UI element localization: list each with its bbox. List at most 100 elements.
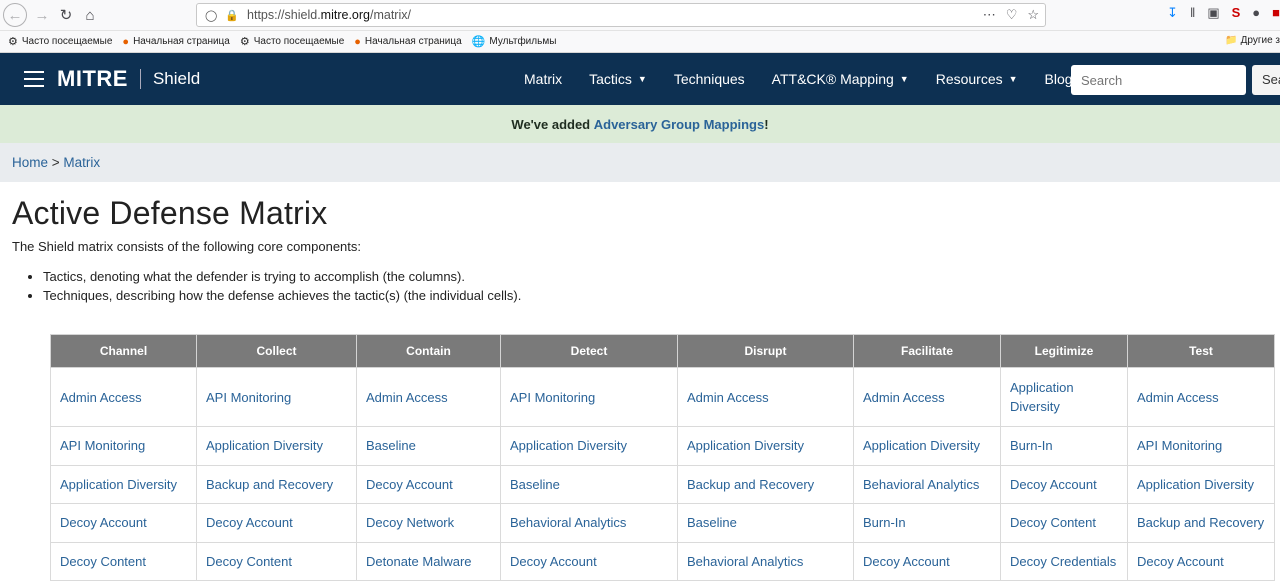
nav-attack-mapping[interactable]: ATT&CK® Mapping ▼	[772, 71, 909, 87]
globe-icon: 🌐	[471, 36, 486, 48]
technique-cell[interactable]: Detonate Malware	[356, 541, 501, 581]
search-button[interactable]: Search	[1252, 65, 1280, 95]
technique-cell[interactable]: API Monitoring	[1127, 426, 1275, 466]
account-icon[interactable]: ●	[1252, 5, 1260, 21]
table-row: Decoy Content Decoy Content Detonate Malwa…	[50, 541, 1275, 581]
column-header[interactable]: Disrupt	[677, 334, 854, 368]
firefox-icon: ●	[122, 35, 130, 48]
list-item: Tactics, denoting what the defender is t…	[43, 267, 1280, 286]
column-header[interactable]: Contain	[356, 334, 501, 368]
bookmark-item[interactable]: ⚙ Часто посещаемые	[240, 35, 344, 48]
intro-text: The Shield matrix consists of the follow…	[12, 239, 362, 254]
bookmark-item[interactable]: ⚙ Часто посещаемые	[8, 35, 112, 48]
technique-cell[interactable]: Decoy Account	[356, 464, 501, 504]
technique-cell[interactable]: Application Diversity	[1127, 464, 1275, 504]
download-icon[interactable]: ↧	[1167, 5, 1178, 21]
technique-cell[interactable]: API Monitoring	[50, 426, 197, 466]
mitre-logo[interactable]: MITRE	[57, 66, 128, 92]
technique-cell[interactable]: Application Diversity	[500, 426, 678, 466]
browser-toolbar: ← → ↻ ⌂ ◯ 🔒 https://shield.mitre.org/mat…	[0, 0, 1280, 31]
technique-cell[interactable]: Decoy Account	[853, 541, 1001, 581]
technique-cell[interactable]: Behavioral Analytics	[853, 464, 1001, 504]
technique-cell[interactable]: Decoy Account	[1000, 464, 1128, 504]
table-row: Application Diversity Backup and Recovery…	[50, 464, 1275, 504]
firefox-icon: ●	[354, 35, 361, 48]
technique-cell[interactable]: Decoy Network	[356, 503, 501, 543]
nav-links: Matrix Tactics ▼ Techniques ATT&CK® Mappi…	[524, 53, 1112, 105]
bookmark-star-icon[interactable]: ☆	[1027, 7, 1039, 23]
technique-cell[interactable]: Behavioral Analytics	[500, 503, 678, 543]
technique-cell[interactable]: Burn-In	[853, 503, 1001, 543]
adversary-mappings-link[interactable]: Adversary Group Mappings	[594, 117, 764, 132]
back-arrow-icon[interactable]: ←	[3, 3, 27, 27]
column-header[interactable]: Test	[1127, 334, 1275, 368]
forward-arrow-icon[interactable]: →	[31, 4, 53, 26]
main-content: Active Defense Matrix The Shield matrix …	[0, 195, 1280, 305]
url-bar[interactable]: ◯ 🔒 https://shield.mitre.org/matrix/ ⋯ ♡…	[196, 3, 1046, 27]
technique-cell[interactable]: Application Diversity	[50, 464, 197, 504]
bookmark-item[interactable]: ● Начальная страница	[122, 36, 229, 48]
technique-cell[interactable]: Burn-In	[1000, 426, 1128, 466]
url-text: https://shield.mitre.org/matrix/	[247, 8, 411, 22]
technique-cell[interactable]: Admin Access	[853, 367, 1001, 427]
lock-icon: 🔒	[225, 9, 240, 22]
technique-cell[interactable]: Admin Access	[356, 367, 501, 427]
technique-cell[interactable]: Backup and Recovery	[196, 464, 357, 504]
technique-cell[interactable]: Decoy Content	[1000, 503, 1128, 543]
technique-cell[interactable]: Baseline	[500, 464, 678, 504]
technique-cell[interactable]: Application Diversity	[677, 426, 854, 466]
nav-resources[interactable]: Resources ▼	[936, 71, 1018, 87]
addon-icon[interactable]: ■	[1272, 5, 1280, 21]
technique-cell[interactable]: Decoy Account	[196, 503, 357, 543]
technique-cell[interactable]: API Monitoring	[196, 367, 357, 427]
bookmark-item[interactable]: ● Начальная страница	[354, 36, 461, 48]
sidebar-icon[interactable]: ▣	[1207, 5, 1219, 21]
technique-cell[interactable]: Decoy Credentials	[1000, 541, 1128, 581]
product-name[interactable]: Shield	[153, 69, 200, 89]
technique-cell[interactable]: Admin Access	[50, 367, 197, 427]
pocket-icon[interactable]: ♡	[1006, 7, 1018, 23]
shield-matrix-table: Channel Collect Contain Detect Disrupt F…	[50, 334, 1275, 581]
technique-cell[interactable]: Decoy Content	[50, 541, 197, 581]
nav-techniques[interactable]: Techniques	[674, 71, 745, 87]
technique-cell[interactable]: Application Diversity	[1000, 367, 1128, 427]
page-actions-icon[interactable]: ⋯	[983, 7, 996, 23]
breadcrumb-matrix[interactable]: Matrix	[63, 155, 100, 170]
logo-divider	[139, 69, 141, 89]
bookmarks-bar: ⚙ Часто посещаемые ● Начальная страница ⚙ Ч…	[0, 31, 1280, 53]
column-header[interactable]: Facilitate	[853, 334, 1001, 368]
technique-cell[interactable]: Baseline	[677, 503, 854, 543]
reload-icon[interactable]: ↻	[55, 4, 77, 26]
technique-cell[interactable]: Decoy Content	[196, 541, 357, 581]
technique-cell[interactable]: Application Diversity	[196, 426, 357, 466]
nav-matrix[interactable]: Matrix	[524, 71, 562, 87]
technique-cell[interactable]: Application Diversity	[853, 426, 1001, 466]
technique-cell[interactable]: Backup and Recovery	[1127, 503, 1275, 543]
technique-cell[interactable]: Decoy Account	[50, 503, 197, 543]
bookmark-item[interactable]: 🌐 Мультфильмы	[472, 35, 557, 48]
technique-cell[interactable]: API Monitoring	[500, 367, 678, 427]
column-header[interactable]: Channel	[50, 334, 197, 368]
column-header[interactable]: Detect	[500, 334, 678, 368]
other-bookmarks[interactable]: 📁 Другие з	[1225, 35, 1280, 46]
caret-down-icon: ▼	[899, 74, 909, 84]
technique-cell[interactable]: Decoy Account	[1127, 541, 1275, 581]
technique-cell[interactable]: Admin Access	[677, 367, 854, 427]
extension-icon[interactable]: S	[1232, 5, 1241, 21]
search-input[interactable]	[1071, 65, 1246, 95]
hamburger-menu-icon[interactable]	[24, 71, 44, 87]
technique-cell[interactable]: Decoy Account	[500, 541, 678, 581]
column-header[interactable]: Collect	[196, 334, 357, 368]
nav-tactics[interactable]: Tactics ▼	[589, 71, 647, 87]
table-header-row: Channel Collect Contain Detect Disrupt F…	[50, 334, 1275, 368]
technique-cell[interactable]: Baseline	[356, 426, 501, 466]
announcement-text: We've added	[511, 116, 591, 132]
home-icon[interactable]: ⌂	[79, 4, 101, 26]
library-icon[interactable]: ‖	[1190, 5, 1195, 21]
announcement-suffix: !	[764, 116, 769, 132]
breadcrumb-home[interactable]: Home	[12, 155, 48, 170]
technique-cell[interactable]: Behavioral Analytics	[677, 541, 854, 581]
technique-cell[interactable]: Backup and Recovery	[677, 464, 854, 504]
column-header[interactable]: Legitimize	[1000, 334, 1128, 368]
technique-cell[interactable]: Admin Access	[1127, 367, 1275, 427]
